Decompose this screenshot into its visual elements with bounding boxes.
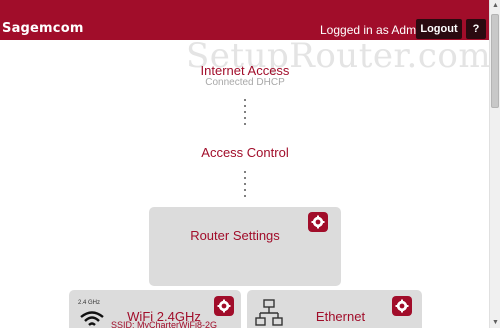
access-control-link[interactable]: Access Control [170, 145, 320, 160]
wifi-icon [79, 309, 105, 328]
router-settings-title[interactable]: Router Settings [149, 228, 321, 243]
connector-dots [244, 171, 246, 201]
ethernet-title[interactable]: Ethernet [297, 309, 384, 324]
scroll-down-arrow-icon[interactable]: ▼ [490, 317, 500, 328]
scroll-thumb[interactable] [491, 14, 499, 108]
top-bar: Sagemcom Logged in as Admin Logout ? [0, 0, 489, 40]
help-button[interactable]: ? [466, 19, 486, 39]
scroll-up-arrow-icon[interactable]: ▲ [490, 0, 500, 11]
wifi-ssid: SSID: MyCharterWiFi8-2G [111, 320, 218, 328]
gear-icon[interactable] [392, 296, 412, 316]
connection-status: Connected DHCP [205, 77, 285, 88]
logout-button[interactable]: Logout [416, 19, 462, 39]
sagemcom-logo: Sagemcom [2, 21, 84, 36]
connector-dots [244, 99, 246, 129]
gear-icon[interactable] [308, 212, 328, 232]
login-status: Logged in as Admin [320, 23, 426, 37]
network-icon [255, 299, 283, 328]
internet-access-link[interactable]: Internet Access [170, 63, 320, 78]
vertical-scrollbar[interactable]: ▲ ▼ [489, 0, 500, 328]
gear-icon[interactable] [214, 296, 234, 316]
wifi-frequency-label: 2.4 GHz [78, 300, 101, 306]
